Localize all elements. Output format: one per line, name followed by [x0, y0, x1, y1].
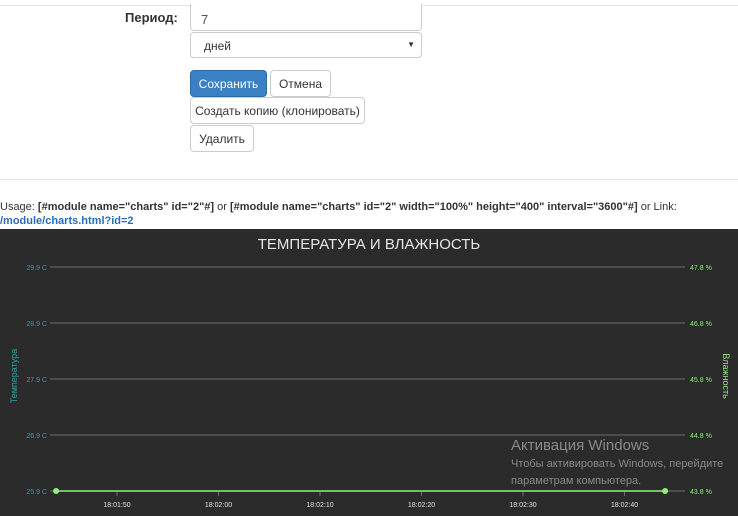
x-tick-label: 18:02:00 — [205, 502, 232, 509]
chevron-down-icon: ▼ — [407, 40, 415, 49]
period-label: Период: — [125, 10, 178, 25]
usage-link[interactable]: /module/charts.html?id=2 — [0, 215, 134, 227]
windows-activation-watermark: Активация Windows Чтобы активировать Win… — [511, 437, 723, 489]
y-tick-label-left: 27.9 C — [26, 377, 47, 384]
data-point — [53, 488, 60, 494]
watermark-line-2: параметрам компьютера. — [511, 475, 642, 487]
y-tick-label-left: 29.9 C — [26, 265, 47, 272]
chart: 25.9 C 43.8 % 26.9 C 44.8 % 27.9 C 45.8 % 28.9… — [0, 229, 738, 516]
usage-or: or — [214, 201, 230, 213]
usage-or-link: or Link: — [637, 201, 677, 213]
period-unit-select[interactable]: дней ▼ — [190, 32, 422, 58]
y-tick-label-right: 45.8 % — [690, 377, 712, 384]
period-input[interactable]: 7 — [190, 4, 422, 31]
y-tick-label-left: 26.9 C — [26, 433, 47, 440]
usage-code-full: [#module name="charts" id="2" width="100… — [229, 201, 638, 213]
watermark-title: Активация Windows — [511, 437, 650, 454]
y-tick-label-right: 46.8 % — [690, 321, 712, 328]
usage-prefix: Usage: — [0, 201, 38, 213]
y-tick-label-left: 25.9 C — [26, 489, 47, 496]
y-tick-label-right: 47.8 % — [690, 265, 712, 272]
usage-text: Usage: [#module name="charts" id="2"#] o… — [0, 200, 738, 228]
y-tick-label-left: 28.9 C — [26, 321, 47, 328]
y-tick-label-right: 43.8 % — [690, 489, 712, 496]
x-tick-label: 18:02:20 — [408, 502, 435, 509]
period-unit-value: дней — [204, 39, 232, 53]
x-tick-label: 18:02:40 — [611, 502, 638, 509]
section-divider — [0, 179, 738, 180]
x-tick-label: 18:01:50 — [103, 502, 130, 509]
x-tick-label: 18:02:10 — [306, 502, 333, 509]
usage-code-short: [#module name="charts" id="2"#] — [37, 201, 215, 213]
chart-title: ТЕМПЕРАТУРА И ВЛАЖНОСТЬ — [257, 236, 481, 253]
delete-button[interactable]: Удалить — [190, 125, 254, 152]
x-tick-label: 18:02:30 — [509, 502, 536, 509]
clone-button[interactable]: Создать копию (клонировать) — [190, 97, 365, 124]
y-axis-label-left: Температура — [9, 348, 19, 404]
watermark-line-1: Чтобы активировать Windows, перейдите — [511, 458, 724, 470]
y-axis-label-right: Влажность — [721, 353, 731, 399]
save-button[interactable]: Сохранить — [190, 70, 267, 97]
cancel-button[interactable]: Отмена — [270, 70, 331, 97]
